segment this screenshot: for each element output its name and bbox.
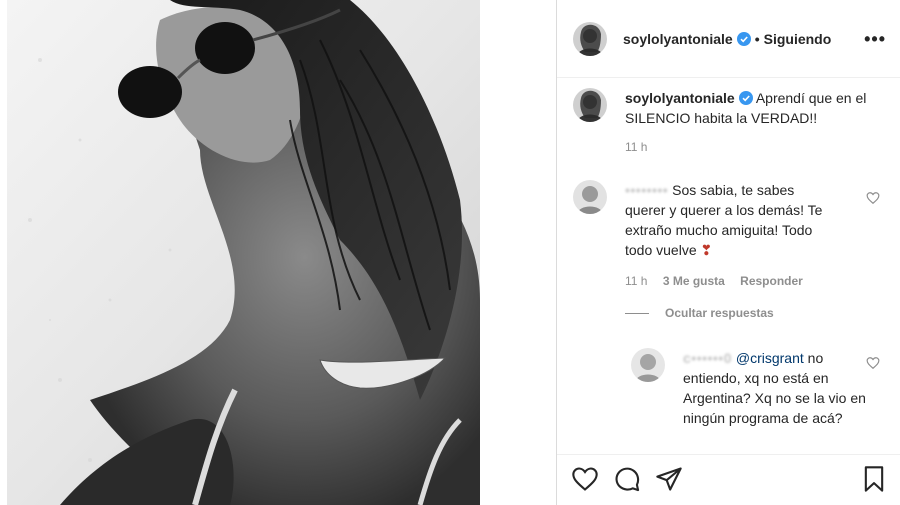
caption-time[interactable]: 11 h	[625, 140, 647, 154]
caption-username[interactable]: soylolyantoniale	[625, 90, 735, 106]
verified-badge-icon	[736, 31, 751, 46]
post-actions-bar	[557, 454, 900, 505]
caption-verified-badge-icon	[738, 91, 753, 105]
reply-row: c••••••0 @crisgrant no entiendo, xq no e…	[631, 348, 868, 428]
following-button[interactable]: Siguiendo	[764, 31, 832, 47]
hide-replies-button[interactable]: Ocultar respuestas	[625, 306, 774, 320]
share-icon[interactable]	[655, 465, 683, 493]
reply-like-heart-icon[interactable]	[866, 356, 880, 370]
caption-row: soylolyantoniale Aprendí que en el SILEN…	[573, 88, 880, 154]
reply-button[interactable]: Responder	[740, 274, 803, 288]
heart-icon[interactable]	[571, 465, 599, 493]
reply-avatar[interactable]	[631, 348, 665, 382]
post-sidebar: soylolyantoniale • Siguiendo ••• soyloly…	[557, 0, 900, 505]
comment-row: •••••••• Sos sabia, te sabes querer y qu…	[573, 180, 830, 288]
separator-dot: •	[754, 30, 760, 47]
bookmark-icon[interactable]	[860, 465, 888, 493]
comment-icon[interactable]	[613, 465, 641, 493]
more-options-icon[interactable]: •••	[864, 29, 886, 50]
heart-emoji-icon: ❣	[700, 242, 713, 258]
post-photo[interactable]	[0, 0, 557, 505]
comment-likes[interactable]: 3 Me gusta	[663, 274, 725, 288]
post-header: soylolyantoniale • Siguiendo •••	[557, 0, 900, 78]
comment-time[interactable]: 11 h	[625, 274, 647, 288]
comment-like-heart-icon[interactable]	[866, 191, 880, 205]
beach-selfie-image	[0, 0, 556, 505]
hide-replies-label[interactable]: Ocultar respuestas	[665, 306, 774, 320]
author-username[interactable]: soylolyantoniale	[623, 31, 733, 47]
comment-username[interactable]: ••••••••	[625, 182, 668, 198]
comment-avatar[interactable]	[573, 180, 607, 214]
hide-replies-line	[625, 312, 649, 314]
reply-username[interactable]: c••••••0	[683, 350, 732, 366]
caption-avatar[interactable]	[573, 88, 607, 122]
author-avatar[interactable]	[573, 21, 607, 56]
comments-list[interactable]: soylolyantoniale Aprendí que en el SILEN…	[557, 78, 900, 454]
reply-mention-link[interactable]: @crisgrant	[736, 350, 804, 366]
